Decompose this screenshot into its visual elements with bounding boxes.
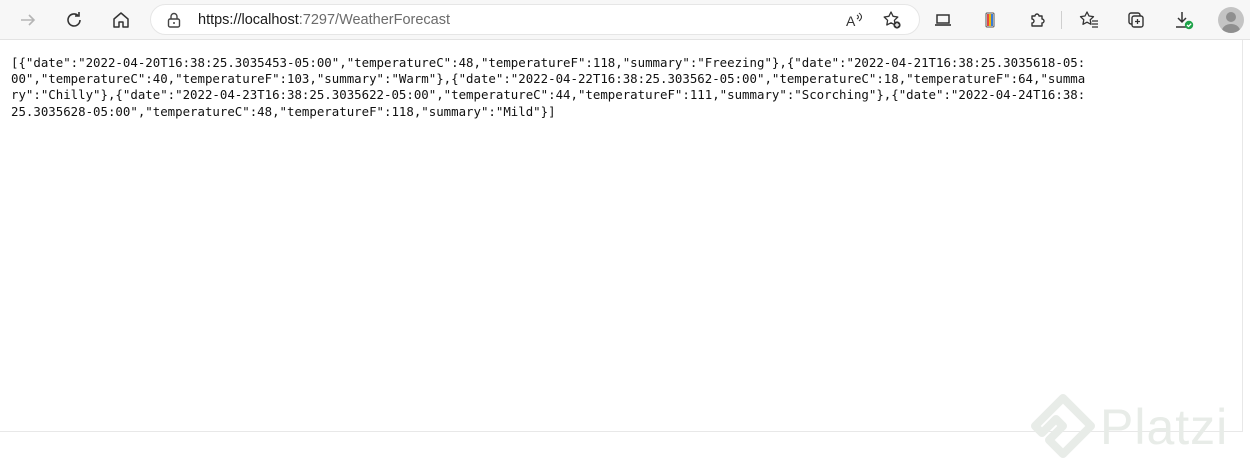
extension-swatch-button[interactable] — [976, 6, 1004, 34]
home-icon — [113, 12, 129, 28]
lock-icon[interactable] — [165, 11, 183, 29]
json-response: [{"date":"2022-04-20T16:38:25.3035453-05… — [11, 55, 1086, 119]
downloads-icon — [1176, 12, 1194, 30]
svg-text:A: A — [846, 13, 856, 29]
avatar-person-icon — [1222, 12, 1240, 33]
extension-swatch-icon — [985, 12, 995, 28]
refresh-button[interactable] — [60, 6, 88, 34]
home-button[interactable] — [107, 6, 135, 34]
profile-avatar[interactable] — [1218, 7, 1244, 33]
forward-button[interactable] — [14, 6, 42, 34]
favorites-button[interactable] — [1075, 6, 1103, 34]
refresh-icon — [67, 12, 81, 27]
collections-button[interactable] — [1122, 6, 1150, 34]
devices-icon — [935, 14, 951, 26]
favorites-icon — [1079, 11, 1098, 28]
collections-icon — [1128, 12, 1144, 28]
platzi-watermark: Platzi — [1028, 393, 1243, 463]
watermark-text: Platzi — [1100, 399, 1229, 455]
forward-icon — [21, 14, 36, 26]
downloads-button[interactable] — [1170, 6, 1198, 34]
favorite-add-icon[interactable] — [882, 10, 902, 30]
devices-button[interactable] — [929, 6, 957, 34]
browser-toolbar: https://localhost:7297/WeatherForecast A — [0, 0, 1250, 40]
extensions-icon — [1031, 13, 1045, 27]
extensions-button[interactable] — [1024, 6, 1052, 34]
read-aloud-icon[interactable]: A — [844, 10, 864, 30]
url-text[interactable]: https://localhost:7297/WeatherForecast — [198, 11, 450, 29]
platzi-logo-icon — [1031, 394, 1095, 458]
toolbar-divider — [1061, 11, 1062, 29]
address-bar[interactable]: https://localhost:7297/WeatherForecast A — [150, 4, 920, 35]
page-content: [{"date":"2022-04-20T16:38:25.3035453-05… — [0, 40, 1243, 432]
url-path: :7297/WeatherForecast — [298, 12, 451, 28]
url-host: https://localhost — [198, 12, 299, 28]
